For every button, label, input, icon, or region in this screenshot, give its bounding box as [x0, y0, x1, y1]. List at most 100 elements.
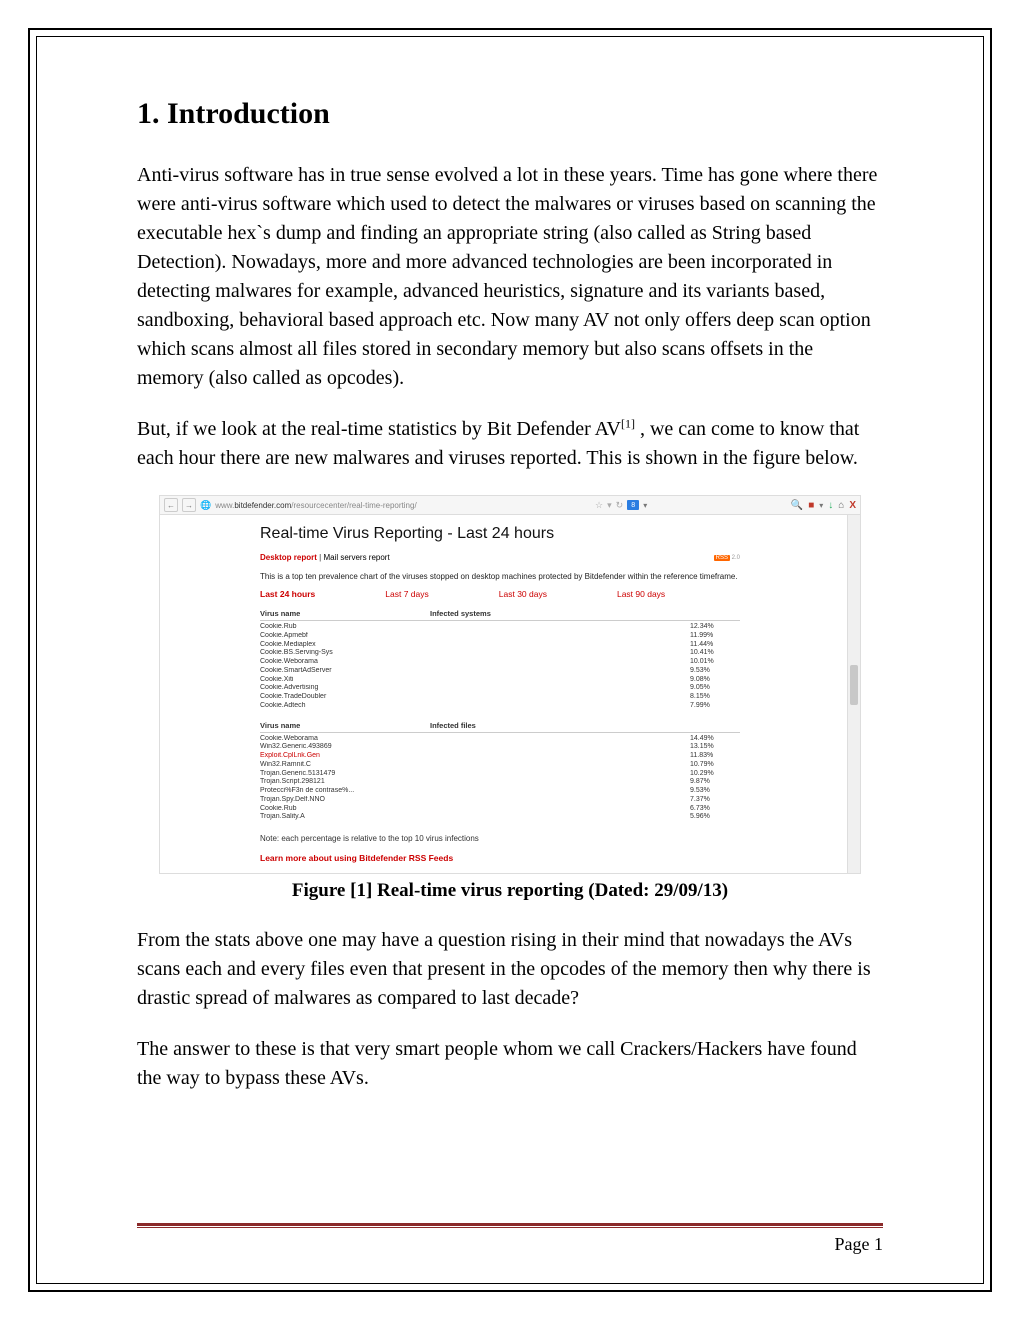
percent-cell: 10.29% — [690, 770, 740, 779]
virus-name-cell: Cookie.Apmebf — [260, 632, 430, 641]
forward-button[interactable]: → — [182, 498, 196, 512]
virus-name-cell: Exploit.CplLnk.Gen — [260, 752, 430, 761]
percent-cell: 7.37% — [690, 796, 740, 805]
col-infected-systems: Infected systems — [430, 609, 740, 618]
virus-name-cell: Cookie.Mediaplex — [260, 641, 430, 650]
table-row: Protecci%F3n de contrase%... 9.53% — [260, 787, 740, 796]
percent-cell: 10.01% — [690, 658, 740, 667]
bar-cell — [430, 684, 690, 693]
table-row: Cookie.Adtech7.99% — [260, 702, 740, 711]
search-caret-icon[interactable]: ▾ — [643, 501, 647, 510]
rss-learn-more-link[interactable]: Learn more about using Bitdefender RSS F… — [260, 853, 840, 863]
table-row: Cookie.BS.Serving-Sys10.41% — [260, 649, 740, 658]
tab-mail-servers-report[interactable]: Mail servers report — [323, 553, 389, 562]
table-row: Cookie.Rub12.34% — [260, 623, 740, 632]
table-row: Cookie.Mediaplex 11.44% — [260, 641, 740, 650]
table-infected-files: Virus name Infected files Cookie.Weboram… — [260, 721, 740, 823]
download-icon[interactable]: ↓ — [828, 500, 833, 511]
footnote: Note: each percentage is relative to the… — [260, 834, 840, 843]
percent-cell: 9.53% — [690, 667, 740, 676]
abp-icon[interactable]: ■ — [808, 500, 814, 511]
table-row: Cookie.SmartAdServer 9.53% — [260, 667, 740, 676]
bar-cell — [430, 667, 690, 676]
home-icon[interactable]: ⌂ — [838, 500, 844, 511]
percent-cell: 11.44% — [690, 641, 740, 650]
virus-name-cell: Trojan.Spy.Delf.NNO — [260, 796, 430, 805]
percent-cell: 12.34% — [690, 623, 740, 632]
tab-desktop-report[interactable]: Desktop report — [260, 553, 317, 562]
paragraph-3: From the stats above one may have a ques… — [137, 926, 883, 1013]
abp-caret-icon[interactable]: ▾ — [819, 501, 823, 510]
table-row: Trojan.Generic.513147910.29% — [260, 770, 740, 779]
search-icon[interactable]: 🔍 — [791, 500, 803, 511]
url-prefix: www. — [215, 501, 234, 510]
table-row: Cookie.TradeDoubler8.15% — [260, 693, 740, 702]
virus-name-cell: Cookie.Xiti — [260, 676, 430, 685]
table-row: Trojan.Sality.A 5.96% — [260, 813, 740, 822]
browser-frame: ← → 🌐 www.bitdefender.com/resourcecenter… — [159, 495, 861, 874]
virus-name-cell: Win32.Ramnit.C — [260, 761, 430, 770]
reload-icon[interactable]: ↻ — [616, 500, 624, 511]
url-domain: bitdefender.com — [234, 501, 291, 510]
section-heading: 1. Introduction — [137, 97, 883, 131]
percent-cell: 10.79% — [690, 761, 740, 770]
percent-cell: 5.96% — [690, 813, 740, 822]
back-button[interactable]: ← — [164, 498, 178, 512]
table-row: Trojan.Spy.Delf.NNO 7.37% — [260, 796, 740, 805]
report-title: Real-time Virus Reporting - Last 24 hour… — [260, 525, 840, 543]
percent-cell: 6.73% — [690, 805, 740, 814]
vertical-scrollbar[interactable] — [847, 515, 860, 873]
bar-cell — [430, 752, 690, 761]
table-row: Cookie.Apmebf11.99% — [260, 632, 740, 641]
table-row: Cookie.Weborama14.49% — [260, 735, 740, 744]
virus-name-cell: Cookie.SmartAdServer — [260, 667, 430, 676]
paragraph-1: Anti-virus software has in true sense ev… — [137, 161, 883, 393]
percent-cell: 9.08% — [690, 676, 740, 685]
time-tab-24h[interactable]: Last 24 hours — [260, 589, 315, 599]
time-tab-7d[interactable]: Last 7 days — [385, 589, 428, 599]
percent-cell: 7.99% — [690, 702, 740, 711]
table-row: Exploit.CplLnk.Gen 11.83% — [260, 752, 740, 761]
table-row: Cookie.Advertising9.05% — [260, 684, 740, 693]
table-row: Win32.Ramnit.C 10.79% — [260, 761, 740, 770]
paragraph-2: But, if we look at the real-time statist… — [137, 415, 883, 473]
table-row: Cookie.Weborama10.01% — [260, 658, 740, 667]
virus-name-cell: Trojan.Sality.A — [260, 813, 430, 822]
paragraph-4: The answer to these is that very smart p… — [137, 1035, 883, 1093]
time-tab-30d[interactable]: Last 30 days — [499, 589, 547, 599]
rss-badge-wrap[interactable]: RSS 2.0 — [714, 555, 740, 561]
para2-pre: But, if we look at the real-time statist… — [137, 418, 621, 440]
globe-icon: 🌐 — [200, 500, 211, 511]
bookmark-star-icon[interactable]: ☆ — [595, 500, 603, 511]
col-infected-files: Infected files — [430, 721, 740, 730]
col-virus-name-2: Virus name — [260, 721, 430, 730]
virus-name-cell: Cookie.Weborama — [260, 735, 430, 744]
percent-cell: 8.15% — [690, 693, 740, 702]
virus-name-cell: Cookie.Rub — [260, 805, 430, 814]
bar-cell — [430, 787, 690, 796]
bar-cell — [430, 805, 690, 814]
dropdown-icon[interactable]: ▾ — [607, 500, 612, 511]
bar-cell — [430, 632, 690, 641]
browser-toolbar: ← → 🌐 www.bitdefender.com/resourcecenter… — [160, 496, 860, 515]
time-range-tabs: Last 24 hours Last 7 days Last 30 days L… — [260, 589, 840, 599]
bar-cell — [430, 796, 690, 805]
virus-name-cell: Cookie.Advertising — [260, 684, 430, 693]
search-engine-badge[interactable]: 8 — [627, 500, 639, 510]
rss-version: 2.0 — [732, 555, 740, 561]
bar-cell — [430, 676, 690, 685]
close-icon[interactable]: X — [849, 500, 856, 511]
table-row: Win32.Generic.49386913.15% — [260, 743, 740, 752]
percent-cell: 9.53% — [690, 787, 740, 796]
address-bar[interactable]: www.bitdefender.com/resourcecenter/real-… — [215, 501, 591, 510]
bar-cell — [430, 743, 690, 752]
virus-name-cell: Protecci%F3n de contrase%... — [260, 787, 430, 796]
page-number: Page 1 — [835, 1234, 884, 1255]
time-tab-90d[interactable]: Last 90 days — [617, 589, 665, 599]
table-row: Trojan.Script.2981219.87% — [260, 778, 740, 787]
bar-cell — [430, 813, 690, 822]
bar-cell — [430, 649, 690, 658]
percent-cell: 11.83% — [690, 752, 740, 761]
percent-cell: 9.87% — [690, 778, 740, 787]
bar-cell — [430, 770, 690, 779]
